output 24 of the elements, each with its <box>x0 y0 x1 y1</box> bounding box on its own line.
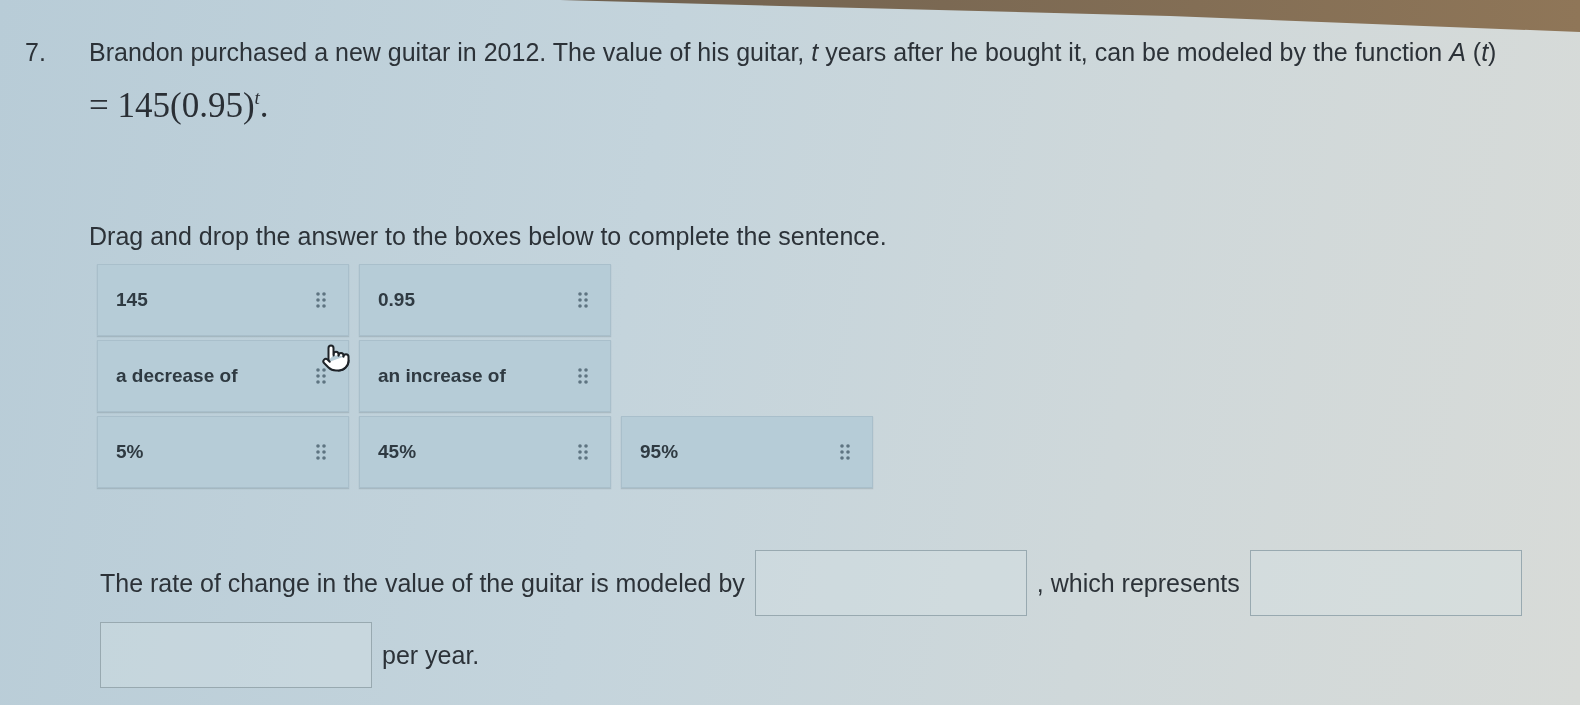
grip-dots-icon[interactable] <box>840 443 850 460</box>
answer-tile[interactable]: 5% <box>97 415 349 488</box>
question-text: Brandon purchased a new guitar in 2012. The value of his guitar, t years after he bought it, can be modeled by the function A (t) <box>89 37 1497 68</box>
answer-box[interactable] <box>100 621 372 688</box>
sentence-text: The rate of change in the value of the guitar is modeled by <box>100 567 745 598</box>
answer-tile[interactable]: 145 <box>97 263 349 336</box>
answer-box[interactable] <box>754 549 1027 616</box>
answer-tile[interactable]: an increase of <box>359 339 611 412</box>
grip-dots-icon[interactable] <box>316 443 326 460</box>
grip-dots-icon[interactable] <box>316 367 326 384</box>
answer-tile[interactable]: 95% <box>621 415 873 488</box>
sentence-text: , which represents <box>1036 567 1240 598</box>
grip-dots-icon[interactable] <box>578 291 588 308</box>
formula-text: = 145(0.95)$^{t}$. <box>89 84 269 126</box>
question-number: 7. <box>25 37 47 68</box>
instruction-text: Drag and drop the answer to the boxes below to complete the sentence. <box>89 220 887 252</box>
answer-tile[interactable]: 0.95 <box>359 263 611 336</box>
answer-tile[interactable]: a decrease of <box>97 339 349 412</box>
answer-tile[interactable]: 45% <box>359 415 611 488</box>
grip-dots-icon[interactable] <box>316 291 326 308</box>
grip-dots-icon[interactable] <box>578 367 588 384</box>
sentence-text: per year. <box>382 639 480 670</box>
grip-dots-icon[interactable] <box>578 443 588 460</box>
answer-box[interactable] <box>1249 549 1522 616</box>
